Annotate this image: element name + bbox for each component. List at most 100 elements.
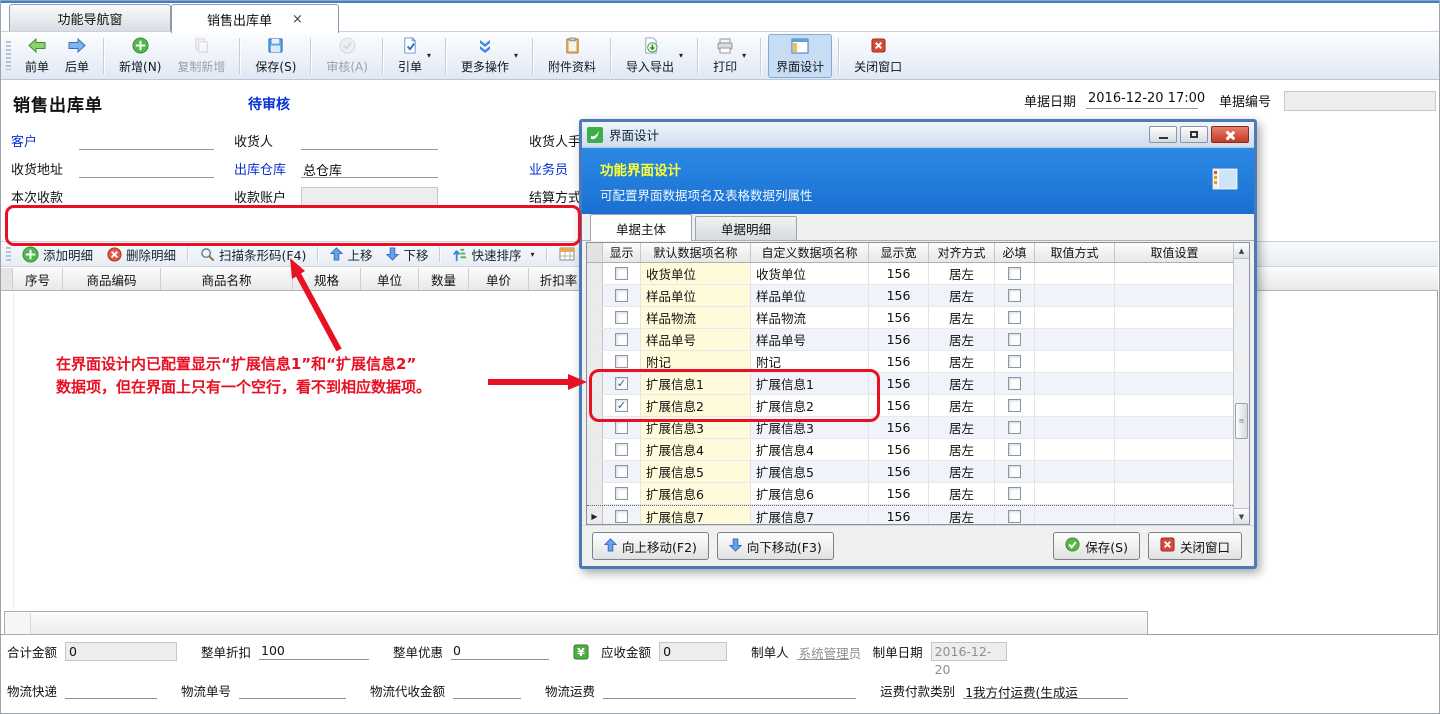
row-selector[interactable] [587, 285, 603, 306]
grid-row-6[interactable]: ✓扩展信息1扩展信息1156居左 [587, 373, 1249, 395]
custom-name-cell[interactable]: 扩展信息1 [751, 373, 869, 394]
row-selector[interactable] [587, 263, 603, 284]
value-method-cell[interactable] [1035, 373, 1115, 394]
move-up-button[interactable]: 向上移动(F2) [592, 532, 709, 560]
value-setting-cell[interactable] [1115, 417, 1235, 438]
show-checkbox[interactable] [615, 443, 628, 456]
value-method-cell[interactable] [1035, 483, 1115, 504]
required-checkbox[interactable] [1008, 267, 1021, 280]
value-setting-cell[interactable] [1115, 483, 1235, 504]
required-checkbox[interactable] [1008, 311, 1021, 324]
width-cell[interactable]: 156 [869, 373, 929, 394]
form-field[interactable] [301, 132, 438, 150]
required-checkbox[interactable] [1008, 443, 1021, 456]
value-method-cell[interactable] [1035, 506, 1115, 525]
form-field[interactable] [79, 132, 214, 150]
row-selector[interactable]: ▶ [587, 506, 603, 525]
custom-name-cell[interactable]: 扩展信息7 [751, 506, 869, 525]
required-checkbox[interactable] [1008, 510, 1021, 523]
show-checkbox[interactable]: ✓ [615, 399, 628, 412]
value-method-cell[interactable] [1035, 307, 1115, 328]
toolbar-button-save[interactable]: 保存(S) [247, 34, 304, 78]
detail-button-move-down[interactable]: 下移 [379, 244, 435, 265]
move-down-button[interactable]: 向下移动(F3) [717, 532, 834, 560]
detail-button-move-up[interactable]: 上移 [323, 244, 379, 265]
width-cell[interactable]: 156 [869, 285, 929, 306]
default-name-cell[interactable]: 样品单号 [641, 329, 751, 350]
align-cell[interactable]: 居左 [929, 461, 995, 482]
field-value[interactable] [603, 682, 856, 699]
width-cell[interactable]: 156 [869, 395, 929, 416]
show-checkbox[interactable] [615, 465, 628, 478]
toolbar-button-more-actions[interactable]: 更多操作▾ [453, 34, 526, 78]
show-checkbox[interactable]: ✓ [615, 377, 628, 390]
required-checkbox[interactable] [1008, 421, 1021, 434]
value-method-cell[interactable] [1035, 329, 1115, 350]
default-name-cell[interactable]: 收货单位 [641, 263, 751, 284]
value-setting-cell[interactable] [1115, 461, 1235, 482]
default-name-cell[interactable]: 扩展信息3 [641, 417, 751, 438]
width-cell[interactable]: 156 [869, 307, 929, 328]
vertical-scrollbar[interactable]: ▲ ≡ ▼ [1233, 243, 1249, 524]
row-selector[interactable] [587, 483, 603, 504]
toolbar-button-audit[interactable]: 审核(A) [318, 34, 376, 78]
dropdown-caret-icon[interactable]: ▾ [427, 51, 431, 60]
show-checkbox[interactable] [615, 267, 628, 280]
default-name-cell[interactable]: 附记 [641, 351, 751, 372]
align-cell[interactable]: 居左 [929, 307, 995, 328]
detail-button-delete-detail[interactable]: 删除明细 [100, 244, 183, 265]
custom-name-cell[interactable]: 扩展信息3 [751, 417, 869, 438]
required-checkbox[interactable] [1008, 487, 1021, 500]
toolbar-button-attachments[interactable]: 附件资料 [540, 34, 604, 78]
detail-toolbar-grip[interactable] [6, 247, 11, 261]
grid-row-3[interactable]: 样品物流样品物流156居左 [587, 307, 1249, 329]
dropdown-caret-icon[interactable]: ▾ [679, 51, 683, 60]
value-setting-cell[interactable] [1115, 373, 1235, 394]
default-name-cell[interactable]: 扩展信息4 [641, 439, 751, 460]
grid-row-11[interactable]: 扩展信息6扩展信息6156居左 [587, 483, 1249, 505]
custom-name-cell[interactable]: 扩展信息6 [751, 483, 869, 504]
value-method-cell[interactable] [1035, 263, 1115, 284]
row-selector[interactable] [587, 461, 603, 482]
required-checkbox[interactable] [1008, 289, 1021, 302]
field-value[interactable]: 100 [259, 643, 369, 660]
value-setting-cell[interactable] [1115, 439, 1235, 460]
field-value[interactable]: 0 [65, 642, 177, 661]
show-checkbox[interactable] [615, 487, 628, 500]
required-checkbox[interactable] [1008, 399, 1021, 412]
value-method-cell[interactable] [1035, 285, 1115, 306]
width-cell[interactable]: 156 [869, 351, 929, 372]
toolbar-button-next-doc[interactable]: 后单 [57, 34, 97, 78]
field-value[interactable]: 0 [659, 642, 727, 661]
default-name-cell[interactable]: 扩展信息2 [641, 395, 751, 416]
detail-button-scan-barcode[interactable]: 扫描条形码(F4) [193, 244, 313, 265]
dialog-titlebar[interactable]: 界面设计 [582, 122, 1254, 148]
toolbar-button-print[interactable]: 打印▾ [705, 34, 754, 78]
custom-name-cell[interactable]: 收货单位 [751, 263, 869, 284]
align-cell[interactable]: 居左 [929, 351, 995, 372]
toolbar-button-prev-doc[interactable]: 前单 [17, 34, 57, 78]
row-selector[interactable] [587, 395, 603, 416]
grid-row-7[interactable]: ✓扩展信息2扩展信息2156居左 [587, 395, 1249, 417]
align-cell[interactable]: 居左 [929, 329, 995, 350]
value-setting-cell[interactable] [1115, 285, 1235, 306]
width-cell[interactable]: 156 [869, 439, 929, 460]
align-cell[interactable]: 居左 [929, 506, 995, 525]
grid-row-2[interactable]: 样品单位样品单位156居左 [587, 285, 1249, 307]
toolbar-button-new[interactable]: 新增(N) [111, 34, 169, 78]
field-value[interactable] [453, 682, 521, 699]
scroll-up-icon[interactable]: ▲ [1234, 243, 1249, 259]
align-cell[interactable]: 居左 [929, 285, 995, 306]
custom-name-cell[interactable]: 扩展信息4 [751, 439, 869, 460]
field-value[interactable] [239, 682, 346, 699]
required-checkbox[interactable] [1008, 333, 1021, 346]
scroll-thumb[interactable]: ≡ [1235, 403, 1248, 439]
detail-button-add-detail[interactable]: 添加明细 [15, 244, 100, 265]
default-name-cell[interactable]: 扩展信息6 [641, 483, 751, 504]
grid-row-8[interactable]: 扩展信息3扩展信息3156居左 [587, 417, 1249, 439]
grid-row-4[interactable]: 样品单号样品单号156居左 [587, 329, 1249, 351]
tab-close-icon[interactable]: × [292, 12, 303, 27]
value-method-cell[interactable] [1035, 351, 1115, 372]
width-cell[interactable]: 156 [869, 461, 929, 482]
grid-row-9[interactable]: 扩展信息4扩展信息4156居左 [587, 439, 1249, 461]
